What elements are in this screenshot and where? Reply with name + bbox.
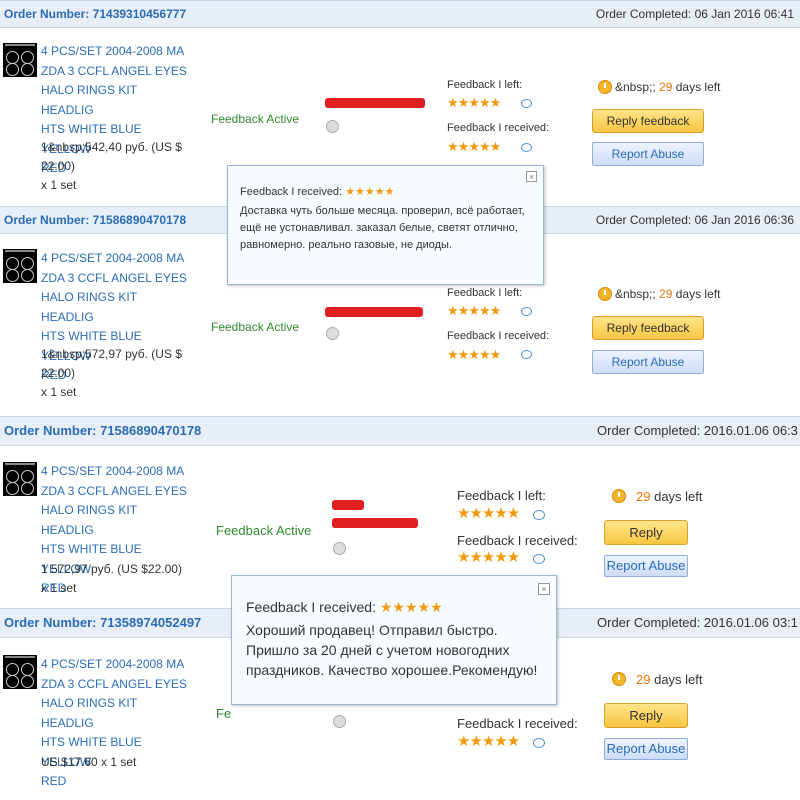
feedback-status: Feedback Active bbox=[211, 112, 300, 126]
feedback-popup: × Feedback I received: ★★★★★ Хороший про… bbox=[231, 575, 557, 705]
feedback-received-stars: ★★★★★ bbox=[457, 733, 520, 750]
avatar-icon bbox=[333, 542, 346, 555]
close-icon[interactable]: × bbox=[526, 171, 537, 182]
popup-body: Хороший продавец! Отправил быстро. Пришл… bbox=[246, 622, 538, 678]
report-abuse-button[interactable]: Report Abuse bbox=[592, 350, 704, 374]
avatar-icon bbox=[333, 715, 346, 728]
chat-bubble-icon[interactable] bbox=[521, 350, 532, 359]
feedback-left-label: Feedback I left: bbox=[447, 79, 523, 91]
popup-stars: ★★★★★ bbox=[379, 599, 443, 615]
feedback-received-label: Feedback I received: bbox=[457, 533, 578, 548]
order-number-link[interactable]: Order Number: 71586890470178 bbox=[4, 213, 186, 227]
feedback-status: Fe bbox=[216, 706, 232, 721]
clock-icon bbox=[612, 672, 626, 686]
feedback-left-stars: ★★★★★ bbox=[447, 95, 501, 110]
chat-bubble-icon[interactable] bbox=[521, 99, 532, 108]
feedback-received-stars: ★★★★★ bbox=[447, 139, 501, 154]
buyer-name-redacted bbox=[332, 518, 418, 528]
days-left: 29 days left bbox=[636, 672, 703, 687]
reply-feedback-button[interactable]: Reply feedback bbox=[592, 316, 704, 340]
feedback-left-stars: ★★★★★ bbox=[457, 505, 520, 522]
clock-icon bbox=[598, 287, 612, 301]
popup-stars: ★★★★★ bbox=[345, 186, 395, 198]
clock-icon bbox=[612, 489, 626, 503]
report-abuse-button[interactable]: Report Abuse bbox=[604, 555, 688, 577]
feedback-received-label: Feedback I received: bbox=[447, 330, 550, 342]
order-header: Order Number: 7143931045677​7 Order Comp… bbox=[0, 0, 800, 28]
order-number-link[interactable]: Order Number: 71358974052497 bbox=[4, 615, 201, 630]
product-price: 1&nbsp;542,40 руб. (US $22.00) x 1 set bbox=[41, 140, 182, 192]
days-left: &nbsp;; 29 days left bbox=[615, 287, 721, 301]
feedback-received-stars: ★★★★★ bbox=[457, 549, 520, 566]
order-header: Order Number: 71586890470178 Order Compl… bbox=[0, 416, 800, 446]
feedback-left-stars: ★★★★★ bbox=[447, 303, 501, 318]
reply-feedback-button[interactable]: Reply feedback bbox=[592, 109, 704, 133]
order-completed-date: Order Completed: 06 Jan 2016 06:41 bbox=[595, 7, 794, 21]
order-completed-date: Order Completed: 2016.01.06 06:3 bbox=[597, 423, 798, 438]
buyer-name-redacted bbox=[325, 98, 425, 108]
chat-bubble-icon[interactable] bbox=[521, 143, 532, 152]
report-abuse-button[interactable]: Report Abuse bbox=[604, 738, 688, 760]
reply-button[interactable]: Reply bbox=[604, 520, 688, 545]
days-left: &nbsp;; 29 days left bbox=[615, 80, 721, 94]
avatar-icon bbox=[326, 120, 339, 133]
order-completed-date: Order Completed: 2016.01.06 03:1 bbox=[597, 615, 798, 630]
product-thumbnail[interactable] bbox=[3, 249, 37, 283]
product-thumbnail[interactable] bbox=[3, 43, 37, 77]
feedback-popup: × Feedback I received: ★★★★★ Доставка чу… bbox=[227, 165, 544, 285]
product-price: 1&nbsp;572,97 руб. (US $22.00) x 1 set bbox=[41, 347, 182, 399]
days-left: 29 days left bbox=[636, 489, 703, 504]
feedback-received-label: Feedback I received: bbox=[457, 716, 578, 731]
reply-button[interactable]: Reply bbox=[604, 703, 688, 728]
chat-bubble-icon[interactable] bbox=[533, 738, 545, 748]
popup-title: Feedback I received: ★★★★★ bbox=[246, 599, 443, 615]
feedback-left-label: Feedback I left: bbox=[457, 488, 546, 503]
chat-bubble-icon[interactable] bbox=[533, 554, 545, 564]
popup-title: Feedback I received: ★★★★★ bbox=[240, 186, 395, 198]
avatar-icon bbox=[326, 327, 339, 340]
feedback-status: Feedback Active bbox=[211, 320, 300, 334]
report-abuse-button[interactable]: Report Abuse bbox=[592, 142, 704, 166]
chat-bubble-icon[interactable] bbox=[521, 307, 532, 316]
chat-bubble-icon[interactable] bbox=[533, 510, 545, 520]
feedback-status: Feedback Active bbox=[216, 523, 312, 538]
order-number-link[interactable]: Order Number: 7143931045677​7 bbox=[4, 7, 186, 21]
order-number-link[interactable]: Order Number: 71586890470178 bbox=[4, 423, 201, 438]
buyer-name-redacted bbox=[332, 500, 364, 510]
feedback-received-label: Feedback I received: bbox=[447, 122, 550, 134]
feedback-left-label: Feedback I left: bbox=[447, 287, 523, 299]
clock-icon bbox=[598, 80, 612, 94]
product-price: US $17.60 x 1 set bbox=[41, 755, 137, 769]
popup-body: Доставка чуть больше месяца. проверил, в… bbox=[240, 205, 525, 251]
product-thumbnail[interactable] bbox=[3, 655, 37, 689]
close-icon[interactable]: × bbox=[538, 583, 550, 595]
buyer-name-redacted bbox=[325, 307, 423, 317]
product-price: 1 572,97 руб. (US $22.00) x 1 set bbox=[41, 562, 182, 595]
feedback-received-stars: ★★★★★ bbox=[447, 347, 501, 362]
product-thumbnail[interactable] bbox=[3, 462, 37, 496]
order-completed-date: Order Completed: 06 Jan 2016 06:36 bbox=[595, 213, 794, 227]
